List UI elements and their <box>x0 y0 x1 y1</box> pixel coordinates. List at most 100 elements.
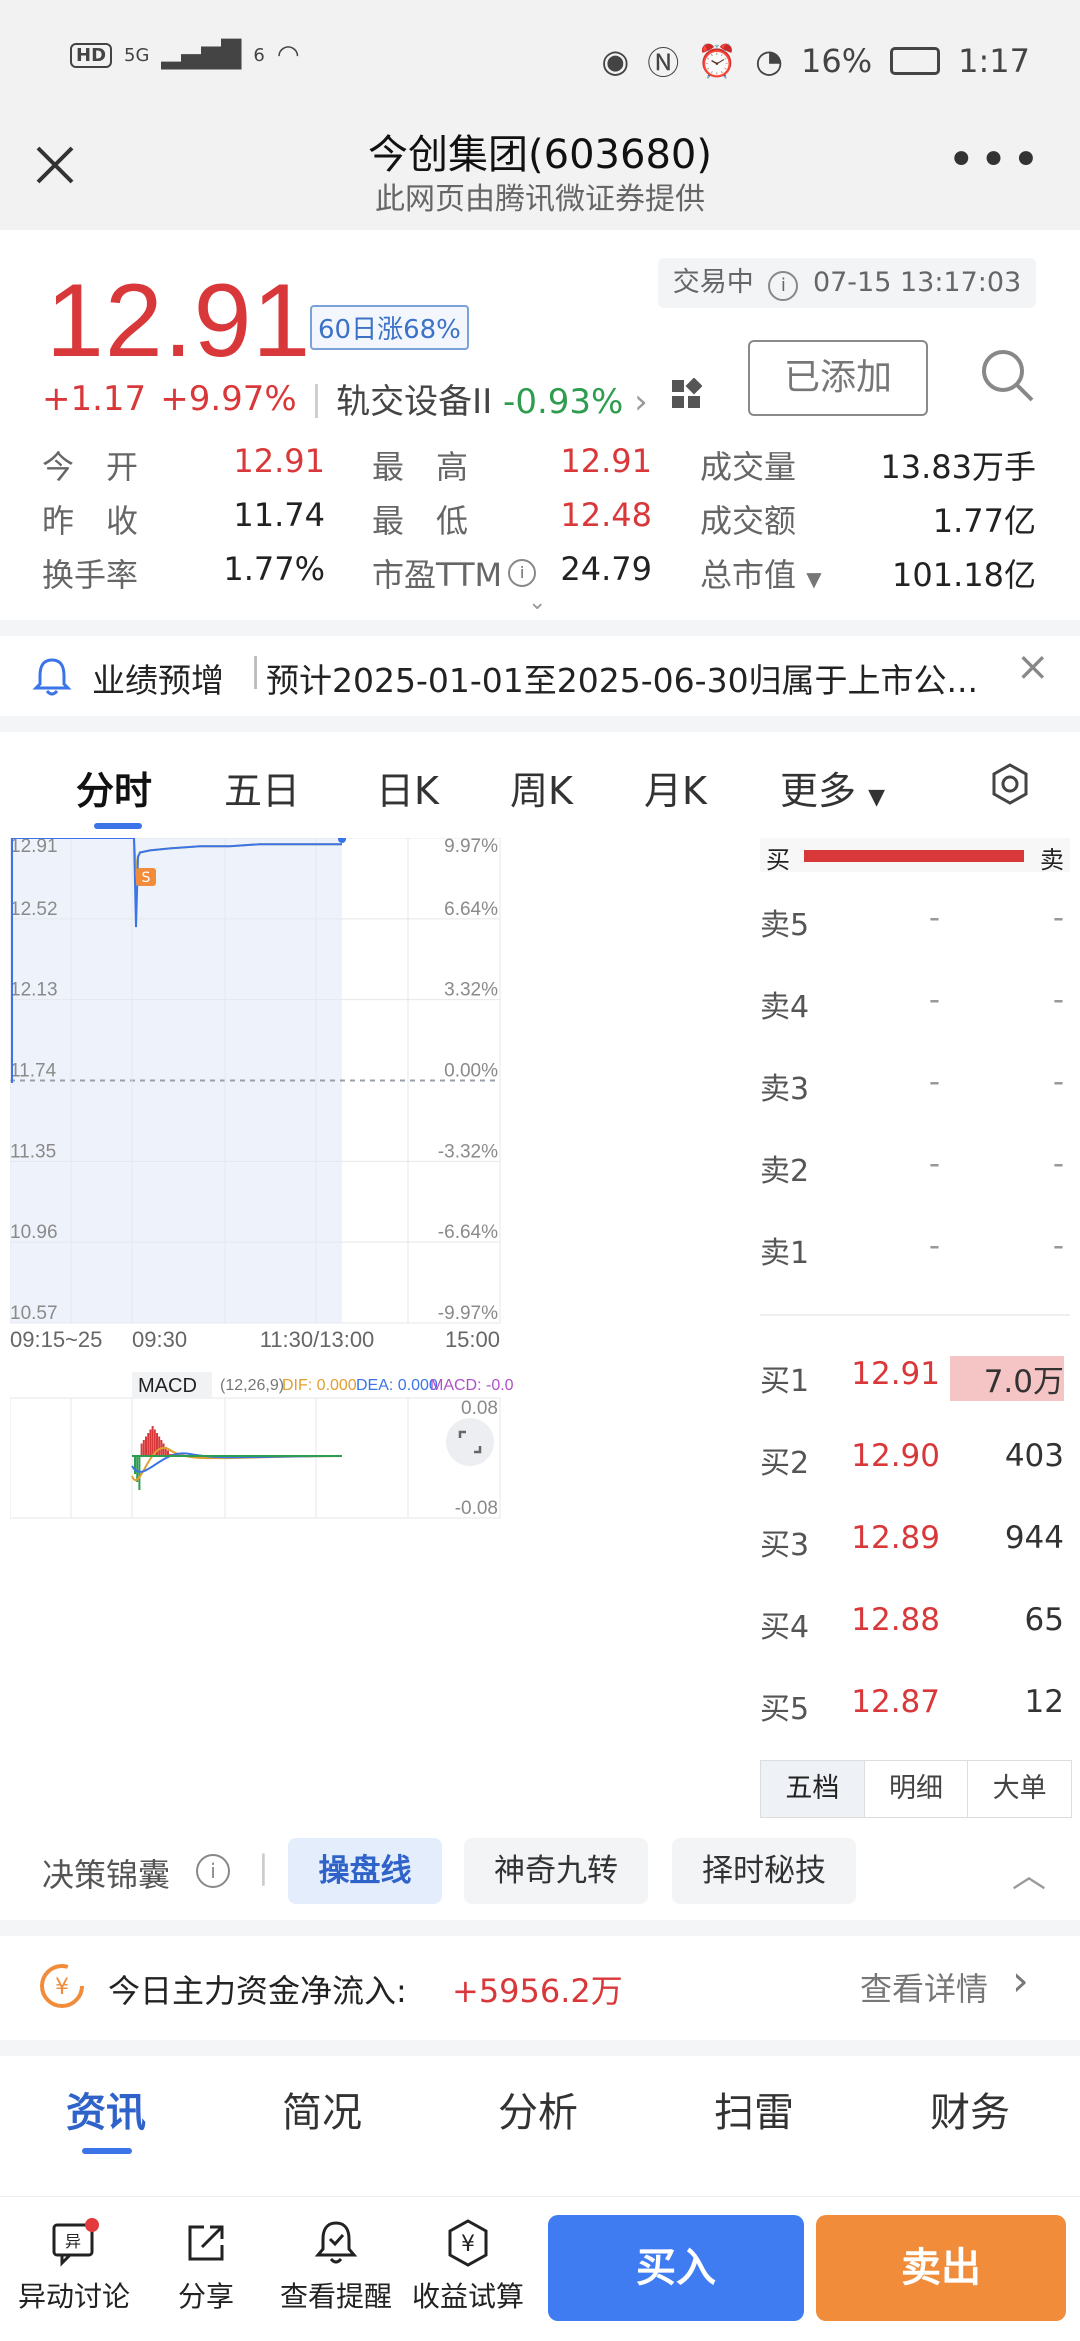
macd-bar <box>145 1436 147 1456</box>
macd-bar <box>140 1443 143 1456</box>
tab-risk-scan[interactable]: 扫雷 <box>714 2080 794 2138</box>
notice-tag: 业绩预增 <box>92 661 224 700</box>
bids-price: 12.89 <box>851 1520 940 1556</box>
info-icon[interactable]: i <box>196 1854 230 1888</box>
yuan-shield-icon: ¥ <box>448 2219 488 2267</box>
y-tick-left: 12.13 <box>10 980 58 1001</box>
tab-news[interactable]: 资讯 <box>66 2080 146 2138</box>
pill-timing-tips[interactable]: 择时秘技 <box>672 1838 856 1904</box>
asks-row[interactable]: 卖2 - - <box>760 1134 1070 1194</box>
tab-analysis[interactable]: 分析 <box>498 2080 578 2138</box>
chart-settings-icon[interactable] <box>988 762 1032 806</box>
speed-icon: ◔ <box>755 42 784 80</box>
search-icon[interactable] <box>978 346 1036 404</box>
expand-chevron-icon[interactable]: ⌄ <box>528 590 546 615</box>
intraday-chart[interactable]: 12.91 12.52 12.13 11.74 11.35 10.96 10.57 9.97… <box>10 838 750 1558</box>
nav-alert-label: 查看提醒 <box>279 2280 392 2313</box>
wifi-icon: ◠ <box>276 40 300 70</box>
bids-row[interactable]: 买4 12.88 65 <box>760 1590 1070 1650</box>
asks-row[interactable]: 卖5 - - <box>760 888 1070 948</box>
tab-more[interactable]: 更多 ▼ <box>780 760 885 815</box>
tab-five-levels[interactable]: 五档 <box>761 1761 865 1817</box>
nav-discuss-label: 异动讨论 <box>17 2280 130 2313</box>
bids-row[interactable]: 买5 12.87 12 <box>760 1672 1070 1732</box>
y-tick-right: -9.97% <box>438 1303 498 1324</box>
battery-percent: 16% <box>801 42 873 80</box>
more-button[interactable]: ••• <box>947 132 1044 188</box>
y-tick-right: 6.64% <box>444 899 498 920</box>
tab-weekly-k[interactable]: 周K <box>510 760 573 815</box>
network-6: 6 <box>253 44 265 66</box>
added-watchlist-button[interactable]: 已添加 <box>748 340 928 416</box>
tab-big-orders[interactable]: 大单 <box>968 1761 1071 1817</box>
bids-row[interactable]: 买3 12.89 944 <box>760 1508 1070 1568</box>
tab-finance[interactable]: 财务 <box>930 2080 1010 2138</box>
pill-operating-line[interactable]: 操盘线 <box>288 1838 442 1904</box>
sector-link[interactable]: 轨交设备II -0.93% › <box>336 374 648 423</box>
bids-row[interactable]: 买1 12.91 7.0万 <box>760 1344 1070 1404</box>
y-tick-left: 10.57 <box>10 1303 58 1324</box>
pill-magic-nine[interactable]: 神奇九转 <box>464 1838 648 1904</box>
capital-flow-bar[interactable]: ¥ 今日主力资金净流入: +5956.2万 查看详情 › <box>0 1936 1080 2036</box>
tab-overview[interactable]: 简况 <box>282 2080 362 2138</box>
capital-flow-label: 今日主力资金净流入: <box>108 1972 407 2010</box>
tab-daily-k[interactable]: 日K <box>376 760 439 815</box>
buy-sell-ratio-bar <box>804 850 1024 862</box>
eye-icon: ◉ <box>601 42 630 80</box>
grid-apps-icon[interactable] <box>670 377 703 419</box>
asks-row[interactable]: 卖1 - - <box>760 1216 1070 1276</box>
nav-calc[interactable]: ¥ 收益试算 <box>408 2217 528 2315</box>
tab-five-day[interactable]: 五日 <box>224 760 300 815</box>
bids-volume: 12 <box>1024 1684 1064 1720</box>
nav-discuss[interactable]: 异 异动讨论 <box>14 2217 134 2315</box>
buy-button[interactable]: 买入 <box>548 2215 804 2321</box>
trade-time: 07-15 13:17:03 <box>812 267 1022 298</box>
tab-intraday[interactable]: 分时 <box>76 760 152 815</box>
x-tick: 11:30/13:00 <box>260 1327 375 1352</box>
notice-text: 预计2025-01-01至2025-06-30归属于上市公... <box>266 661 979 700</box>
stat-turnover-rate-label: 换手率 <box>42 556 139 594</box>
asks-row[interactable]: 卖3 - - <box>760 1052 1070 1112</box>
stat-open-label: 今 开 <box>42 448 139 486</box>
notice-close-icon[interactable]: × <box>1016 644 1050 690</box>
y-tick-left: 12.52 <box>10 899 58 920</box>
macd-bar <box>162 1443 165 1456</box>
capital-flow-link[interactable]: 查看详情 <box>860 1964 988 2010</box>
asks-row[interactable]: 卖4 - - <box>760 970 1070 1030</box>
asks-level-label: 卖3 <box>760 1072 810 1107</box>
info-icon[interactable]: i <box>768 271 799 301</box>
y-tick-right: -3.32% <box>438 1141 498 1162</box>
sector-pct: -0.93% <box>503 382 624 422</box>
rise-badge[interactable]: 60日涨68% <box>310 305 469 350</box>
chart-tabs: 分时 五日 日K 周K 月K 更多 ▼ <box>0 740 1080 830</box>
stat-volume-value: 13.83万手 <box>880 448 1036 486</box>
bell-icon <box>32 658 72 696</box>
x-tick: 15:00 <box>445 1327 500 1352</box>
bids-volume: 403 <box>1004 1438 1064 1474</box>
sell-button[interactable]: 卖出 <box>816 2215 1066 2321</box>
stat-pe-value: 24.79 <box>560 550 652 588</box>
page-subtitle: 此网页由腾讯微证券提供 <box>375 182 705 217</box>
macd-selector[interactable]: MACD <box>138 1375 197 1397</box>
bids-row[interactable]: 买2 12.90 403 <box>760 1426 1070 1486</box>
nav-alert[interactable]: 查看提醒 <box>276 2217 396 2315</box>
caret-down-icon: ▼ <box>806 567 822 591</box>
notice-bar[interactable]: 业绩预增 | 预计2025-01-01至2025-06-30归属于上市公... … <box>0 636 1080 716</box>
bids-volume: 944 <box>1004 1520 1064 1556</box>
bids-level-label: 买2 <box>760 1446 810 1481</box>
tab-detail[interactable]: 明细 <box>865 1761 969 1817</box>
stat-low-value: 12.48 <box>560 496 652 534</box>
trade-status: 交易中 i 07-15 13:17:03 <box>658 258 1036 308</box>
stat-prev-close-value: 11.74 <box>233 496 325 534</box>
asks-volume: - <box>1052 900 1064 936</box>
more-dots-icon: ••• <box>947 132 1044 188</box>
bids-level-label: 买4 <box>760 1610 810 1645</box>
stat-prev-close-label: 昨 收 <box>42 502 139 540</box>
macd-bar <box>158 1436 161 1456</box>
stat-mktcap-label-wrap[interactable]: 总市值 ▼ <box>700 550 822 596</box>
active-info-tab-indicator <box>82 2148 132 2154</box>
chevron-up-icon[interactable]: ︿ <box>1012 1848 1046 1897</box>
tab-monthly-k[interactable]: 月K <box>644 760 707 815</box>
nav-share[interactable]: 分享 <box>146 2217 266 2315</box>
price-change: +1.17 <box>42 378 147 419</box>
